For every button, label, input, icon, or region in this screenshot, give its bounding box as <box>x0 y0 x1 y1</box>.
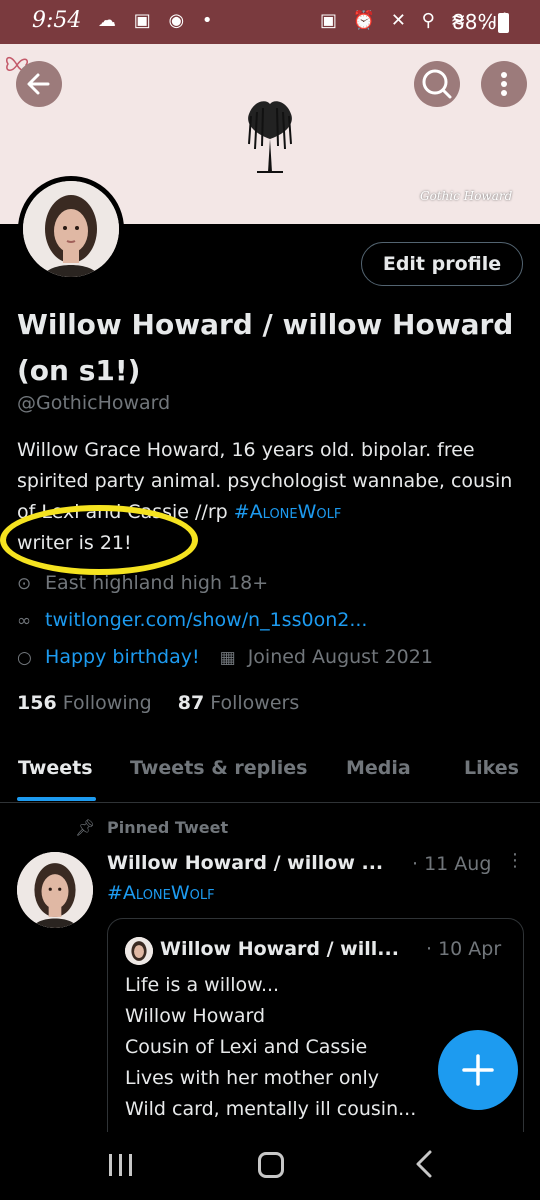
profile-tabs: Tweets Tweets & replies Media Likes <box>0 745 540 803</box>
plus-icon <box>462 1054 494 1086</box>
profile-avatar[interactable] <box>18 176 124 282</box>
following-label: Following <box>62 692 152 714</box>
banner-signature: Gothic Howard <box>420 189 513 203</box>
avatar-portrait <box>23 181 119 277</box>
tab-likes[interactable]: Likes <box>464 757 519 779</box>
back-arrow-icon[interactable] <box>16 61 62 107</box>
highlight-annotation <box>0 505 198 575</box>
tweet-more-icon[interactable]: ⋮ <box>506 850 524 871</box>
profile-display-name: Willow Howard / willow Howard (on s1!) <box>17 308 514 387</box>
birthday-link[interactable]: Happy birthday! <box>45 646 200 668</box>
link-icon: ∞ <box>17 611 32 631</box>
tweet-hashtag-link[interactable]: #AloneWolf <box>107 882 215 904</box>
recent-apps-icon[interactable] <box>109 1154 133 1176</box>
profile-location: ⊙ East highland high 18+ <box>17 572 268 594</box>
location-pin-icon: ⊙ <box>17 574 32 594</box>
quote-avatar-portrait <box>125 937 153 965</box>
balloon-icon: ○ <box>17 648 32 668</box>
tweet-date: · 11 Aug <box>412 853 492 875</box>
status-time: 9:54 <box>32 8 82 33</box>
profile-birthday-row: ○ Happy birthday! ▦ Joined August 2021 <box>17 646 433 668</box>
tab-media[interactable]: Media <box>346 757 411 779</box>
active-tab-indicator <box>17 797 96 801</box>
location-text: East highland high 18+ <box>45 572 269 594</box>
tweet-author-avatar[interactable] <box>17 852 93 928</box>
compose-tweet-button[interactable] <box>438 1030 518 1110</box>
status-bar: 9:54 ☁ ▣ ◉ • ▣ ⏰ ✕ ⚲ ≋ .ıl 88% <box>0 0 540 44</box>
pinned-tweet-label: Pinned Tweet <box>107 818 229 837</box>
bio-hashtag-link[interactable]: #AloneWolf <box>234 501 342 523</box>
following-count: 156 <box>17 692 57 714</box>
quote-line: Willow Howard <box>125 1005 266 1027</box>
follow-counts: 156 Following 87 Followers <box>17 692 299 714</box>
tweet-avatar-portrait <box>17 852 93 928</box>
joined-date: Joined August 2021 <box>247 646 433 668</box>
tweet-author-name[interactable]: Willow Howard / willow ... <box>107 852 383 874</box>
tab-tweets-replies[interactable]: Tweets & replies <box>130 757 307 779</box>
following-link[interactable]: 156 Following <box>17 692 152 714</box>
notification-icons: ☁ ▣ ◉ • <box>98 10 219 31</box>
battery-percentage: 88% <box>452 10 497 34</box>
followers-label: Followers <box>210 692 300 714</box>
willow-tree-icon <box>248 101 292 173</box>
more-options-icon[interactable] <box>481 61 527 107</box>
quote-author-name: Willow Howard / will... <box>160 938 399 960</box>
edit-profile-button[interactable]: Edit profile <box>361 242 523 286</box>
calendar-icon: ▦ <box>219 648 236 668</box>
tab-tweets[interactable]: Tweets <box>18 757 93 779</box>
profile-handle: @GothicHoward <box>17 392 171 414</box>
profile-website[interactable]: ∞ twitlonger.com/show/n_1ss0on2... <box>17 609 367 631</box>
followers-link[interactable]: 87 Followers <box>178 692 300 714</box>
battery-icon <box>498 13 509 33</box>
home-icon[interactable] <box>258 1152 284 1178</box>
search-icon[interactable] <box>414 61 460 107</box>
pin-icon: 📌︎ <box>75 818 96 837</box>
system-nav-bar <box>0 1132 540 1200</box>
followers-count: 87 <box>177 692 205 714</box>
quote-line: Life is a willow... <box>125 974 280 996</box>
website-link[interactable]: twitlonger.com/show/n_1ss0on2... <box>45 609 367 631</box>
nav-back-icon[interactable] <box>412 1144 436 1192</box>
quote-author-avatar <box>125 937 153 965</box>
quote-date: · 10 Apr <box>426 938 502 960</box>
